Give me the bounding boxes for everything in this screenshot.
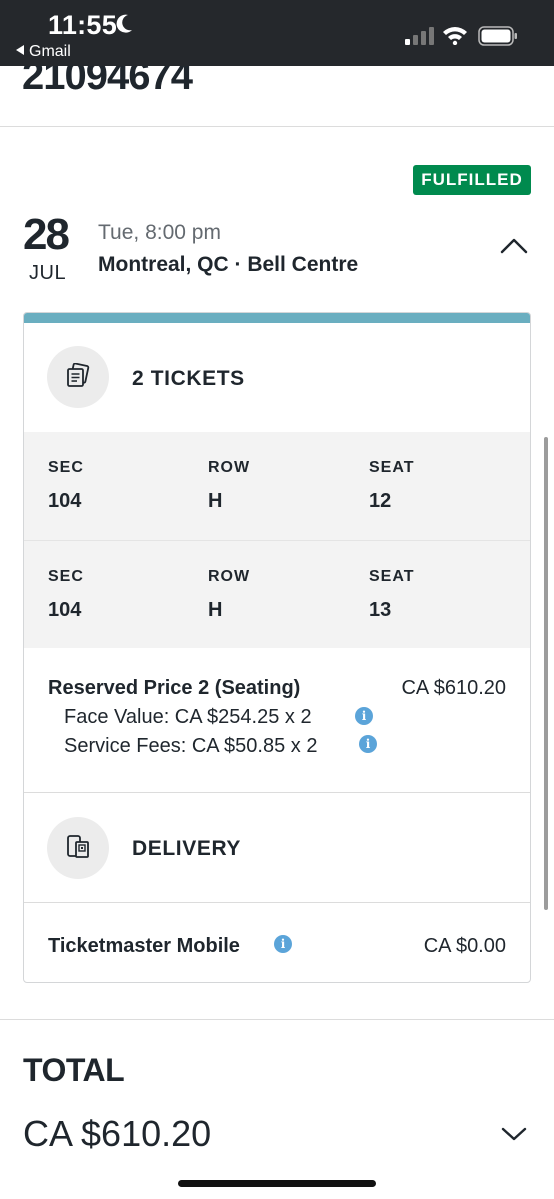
tickets-section-title: 2 TICKETS bbox=[132, 367, 245, 390]
delivery-info-icon[interactable]: i bbox=[274, 935, 292, 953]
seat-row: SEC ROW SEAT 104 H 13 bbox=[24, 540, 530, 648]
battery-icon bbox=[478, 26, 517, 46]
back-app-label: Gmail bbox=[29, 43, 71, 60]
price-level-title: Reserved Price 2 (Seating) bbox=[48, 677, 301, 699]
row-value: H bbox=[208, 599, 223, 621]
delivery-method: Ticketmaster Mobile bbox=[48, 935, 240, 957]
cellular-signal-icon bbox=[405, 27, 434, 45]
seat-label: SEAT bbox=[369, 568, 415, 585]
divider bbox=[0, 1019, 554, 1020]
card-accent-bar bbox=[24, 313, 530, 323]
status-bar: 11:55 Gmail bbox=[0, 0, 554, 66]
ticket-icon-circle bbox=[47, 346, 109, 408]
seat-value: 12 bbox=[369, 490, 392, 512]
mobile-delivery-icon bbox=[67, 835, 89, 858]
back-to-gmail-link[interactable]: Gmail bbox=[16, 43, 71, 61]
delivery-price: CA $0.00 bbox=[423, 935, 506, 957]
row-label: ROW bbox=[208, 459, 251, 476]
divider bbox=[24, 902, 530, 903]
price-level-amount: CA $610.20 bbox=[401, 677, 506, 699]
face-value-info-icon[interactable]: i bbox=[355, 707, 373, 725]
row-label: ROW bbox=[208, 568, 251, 585]
seat-row: SEC ROW SEAT 104 H 12 bbox=[24, 432, 530, 540]
event-date-day: 28 bbox=[23, 210, 70, 259]
chevron-down-icon[interactable] bbox=[501, 1126, 527, 1142]
service-fees-info-icon[interactable]: i bbox=[359, 735, 377, 753]
divider bbox=[24, 792, 530, 793]
sec-value: 104 bbox=[48, 599, 82, 621]
delivery-icon-circle bbox=[47, 817, 109, 879]
event-venue: Montreal, QC · Bell Centre bbox=[98, 253, 359, 276]
delivery-section-title: DELIVERY bbox=[132, 837, 242, 860]
sec-label: SEC bbox=[48, 568, 84, 585]
seat-label: SEAT bbox=[369, 459, 415, 476]
status-time: 11:55 bbox=[48, 10, 118, 40]
status-badge: FULFILLED bbox=[413, 165, 531, 195]
seat-value: 13 bbox=[369, 599, 392, 621]
divider bbox=[0, 126, 554, 127]
home-indicator[interactable] bbox=[178, 1180, 376, 1187]
sec-label: SEC bbox=[48, 459, 84, 476]
row-value: H bbox=[208, 490, 223, 512]
back-arrow-icon bbox=[16, 45, 24, 55]
order-details-card: 2 TICKETS SEC ROW SEAT 104 H 12 SEC ROW … bbox=[23, 312, 531, 983]
event-time: Tue, 8:00 pm bbox=[98, 221, 221, 244]
moon-icon bbox=[116, 14, 132, 33]
total-amount: CA $610.20 bbox=[23, 1113, 212, 1154]
sec-value: 104 bbox=[48, 490, 82, 512]
scrollbar[interactable] bbox=[544, 437, 548, 910]
wifi-icon bbox=[443, 27, 467, 45]
total-label: TOTAL bbox=[23, 1052, 125, 1088]
ticket-icon bbox=[67, 363, 90, 387]
event-date-month: JUL bbox=[29, 262, 67, 284]
chevron-up-icon[interactable] bbox=[500, 236, 528, 254]
face-value-text: Face Value: CA $254.25 x 2 bbox=[64, 706, 312, 728]
service-fees-text: Service Fees: CA $50.85 x 2 bbox=[64, 735, 318, 757]
